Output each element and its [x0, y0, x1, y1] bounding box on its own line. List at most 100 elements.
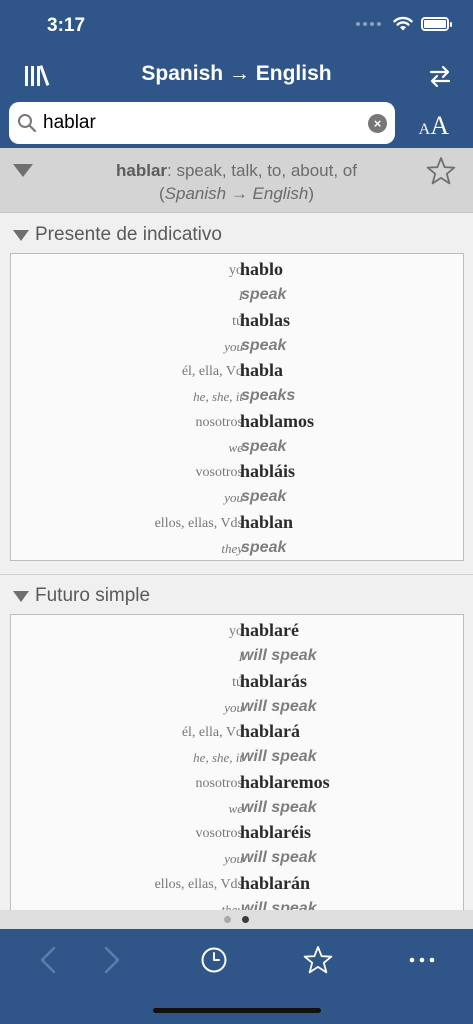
- translation-row: they will speak: [11, 896, 463, 910]
- translation: will speak: [241, 799, 317, 816]
- page-indicator[interactable]: [0, 910, 473, 929]
- collapse-triangle-icon[interactable]: [13, 164, 33, 177]
- tense-section: Futuro simple yo hablaré Iwill speak tú ha…: [0, 575, 473, 910]
- verb-form: hablan: [240, 512, 294, 532]
- verb-form: habla: [240, 360, 284, 380]
- translation-row: you speak: [11, 333, 463, 358]
- verb-form: hablas: [240, 310, 291, 330]
- pronoun: nosotros: [195, 776, 243, 791]
- wifi-icon: [393, 16, 413, 31]
- forward-arrow-icon[interactable]: [96, 945, 126, 975]
- translation: speak: [241, 286, 287, 303]
- verb-form: hablará: [240, 721, 301, 741]
- battery-icon: [421, 16, 452, 31]
- pronoun: él, ella, Vd: [181, 725, 243, 740]
- tense-title: Presente de indicativo: [35, 224, 222, 245]
- translation-row: we speak: [11, 434, 463, 459]
- conjugation-box: yo hablo Ispeak tú hablas you speak él, ell…: [10, 253, 464, 561]
- translation-row: Iwill speak: [11, 643, 463, 668]
- content-area[interactable]: hablar: speak, talk, to, about, of (Span…: [0, 148, 473, 910]
- entry-definition: : speak, talk, to, about, of: [167, 161, 357, 180]
- conjugation-row: ellos, ellas, Vds hablan: [11, 510, 463, 535]
- translation-row: you will speak: [11, 845, 463, 870]
- home-indicator: [153, 1008, 321, 1013]
- translation: speaks: [241, 387, 296, 404]
- pronoun: él, ella, Vd: [181, 364, 243, 379]
- pronoun: nosotros: [195, 415, 243, 430]
- search-icon: [18, 114, 37, 133]
- verb-form: hablaréis: [240, 822, 312, 842]
- conjugation-box: yo hablaré Iwill speak tú hablarás you will…: [10, 614, 464, 910]
- favorite-star-icon[interactable]: [426, 156, 456, 186]
- verb-form: hablarán: [240, 873, 311, 893]
- tense-header[interactable]: Futuro simple: [0, 575, 473, 613]
- status-icons: [356, 16, 452, 31]
- conjugation-row: yo hablaré: [11, 618, 463, 643]
- search-row: × AA: [0, 101, 473, 147]
- back-arrow-icon[interactable]: [34, 945, 64, 975]
- translation: will speak: [241, 900, 317, 910]
- conjugation-row: tú hablas: [11, 308, 463, 333]
- search-box[interactable]: ×: [9, 102, 395, 144]
- translation-row: he, she, it speaks: [11, 383, 463, 408]
- entry-header[interactable]: hablar: speak, talk, to, about, of (Span…: [0, 148, 473, 213]
- status-bar: 3:17: [0, 0, 473, 50]
- search-input[interactable]: [43, 110, 363, 136]
- translation: will speak: [241, 647, 317, 664]
- page-dot-active[interactable]: [242, 916, 249, 923]
- translation-row: you will speak: [11, 694, 463, 719]
- translation-row: we will speak: [11, 795, 463, 820]
- verb-form: hablaré: [240, 620, 300, 640]
- entry-word: hablar: [116, 161, 168, 180]
- pronoun-english: he, she, it: [193, 750, 243, 765]
- swap-direction-icon[interactable]: [429, 64, 451, 88]
- tense-header[interactable]: Presente de indicativo: [0, 214, 473, 252]
- verb-form: habláis: [240, 461, 296, 481]
- conjugation-row: yo hablo: [11, 257, 463, 282]
- pronoun-english: they: [221, 541, 243, 556]
- conjugation-row: él, ella, Vd habla: [11, 358, 463, 383]
- verb-form: hablaremos: [240, 772, 330, 792]
- favorites-star-icon[interactable]: [303, 945, 333, 975]
- tense-title: Futuro simple: [35, 585, 151, 606]
- collapse-triangle-icon[interactable]: [13, 591, 29, 602]
- tense-section: Presente de indicativo yo hablo Ispeak tú…: [0, 214, 473, 561]
- signal-dots-icon: [356, 21, 381, 26]
- verb-form: hablarás: [240, 671, 308, 691]
- more-dots-icon[interactable]: [407, 945, 437, 975]
- pronoun: vosotros: [195, 826, 243, 841]
- history-clock-icon[interactable]: [199, 945, 229, 975]
- pronoun: vosotros: [195, 465, 243, 480]
- verb-form: hablamos: [240, 411, 315, 431]
- conjugation-row: él, ella, Vd hablará: [11, 719, 463, 744]
- clear-search-icon[interactable]: ×: [368, 114, 387, 133]
- translation: will speak: [241, 748, 317, 765]
- translation-row: you speak: [11, 484, 463, 509]
- conjugation-row: tú hablarás: [11, 669, 463, 694]
- conjugation-row: nosotros hablamos: [11, 409, 463, 434]
- status-time: 3:17: [47, 15, 86, 36]
- font-size-icon[interactable]: AA: [419, 111, 449, 141]
- pronoun-english: they: [221, 902, 243, 910]
- pronoun: ellos, ellas, Vds: [154, 877, 243, 892]
- conjugation-row: ellos, ellas, Vds hablarán: [11, 871, 463, 896]
- verb-form: hablo: [240, 259, 284, 279]
- nav-title: Spanish → English: [141, 62, 332, 85]
- conjugation-row: vosotros hablaréis: [11, 820, 463, 845]
- translation: speak: [241, 438, 287, 455]
- translation-row: Ispeak: [11, 282, 463, 307]
- translation: will speak: [241, 698, 317, 715]
- conjugation-row: nosotros hablaremos: [11, 770, 463, 795]
- translation-row: they speak: [11, 535, 463, 560]
- translation: speak: [241, 539, 287, 556]
- entry-language: Spanish → English: [164, 184, 309, 203]
- translation: speak: [241, 488, 287, 505]
- pronoun-english: he, she, it: [193, 389, 243, 404]
- nav-bar: Spanish → English: [0, 52, 473, 100]
- page-dot[interactable]: [224, 916, 231, 923]
- translation: will speak: [241, 849, 317, 866]
- entry-summary: hablar: speak, talk, to, about, of (Span…: [116, 161, 357, 203]
- translation: speak: [241, 337, 287, 354]
- pronoun: ellos, ellas, Vds: [154, 516, 243, 531]
- collapse-triangle-icon[interactable]: [13, 230, 29, 241]
